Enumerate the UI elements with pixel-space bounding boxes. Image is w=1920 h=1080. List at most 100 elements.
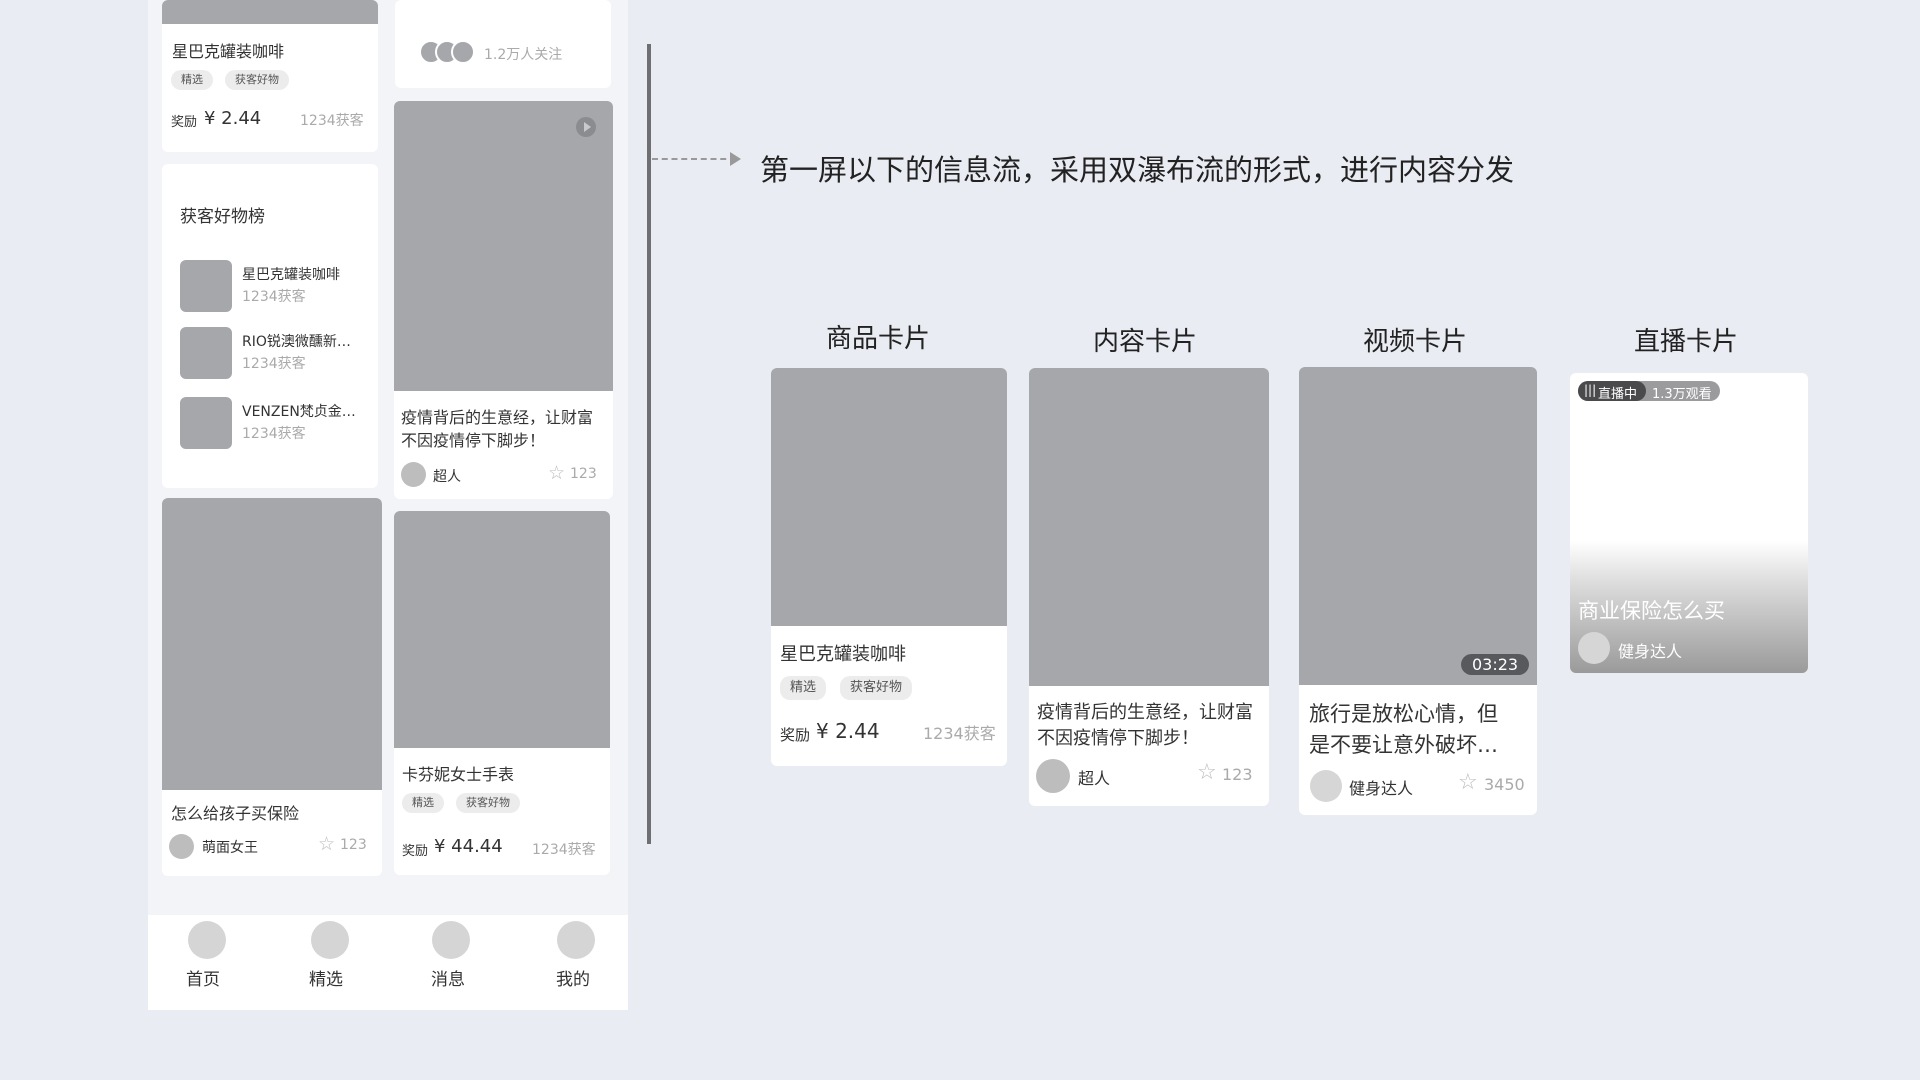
avatar[interactable] [1310, 770, 1342, 802]
tag: 精选 [402, 793, 444, 813]
content-title-line1: 疫情背后的生意经，让财富 [1037, 702, 1253, 723]
reward-label: 奖励 [780, 726, 811, 744]
avatar[interactable] [1036, 759, 1070, 793]
author-name: 健身达人 [1618, 642, 1683, 661]
like-count: 3450 [1484, 775, 1525, 794]
tab-featured[interactable]: 精选 [278, 915, 378, 1010]
message-icon [432, 921, 470, 959]
author-name: 超人 [1078, 769, 1111, 788]
ranking-item-thumb [180, 327, 232, 379]
ranking-item-thumb [180, 397, 232, 449]
follow-count: 1.2万人关注 [484, 47, 563, 63]
featured-icon [311, 921, 349, 959]
content-title-line1: 疫情背后的生意经，让财富 [401, 408, 594, 427]
avatar [451, 40, 475, 64]
price: ¥ 2.44 [204, 108, 262, 129]
tab-label: 首页 [186, 970, 220, 990]
tab-label: 消息 [431, 970, 465, 990]
author-name: 健身达人 [1349, 779, 1414, 798]
ranking-item-name[interactable]: RIO锐澳微醺新… [242, 331, 351, 351]
product-image [771, 368, 1007, 626]
price: ¥ 2.44 [816, 719, 880, 743]
like-count: 123 [340, 837, 367, 853]
profile-icon [557, 921, 595, 959]
content-card[interactable]: 怎么给孩子买保险 萌面女王 ☆ 123 [162, 498, 382, 876]
live-viewers: 1.3万观看 [1652, 387, 1712, 402]
reward-label: 奖励 [171, 115, 198, 130]
content-title: 怎么给孩子买保险 [171, 804, 300, 823]
star-icon[interactable]: ☆ [318, 833, 335, 855]
content-title-line2: 不因疫情停下脚步！ [401, 431, 546, 450]
content-card[interactable]: 疫情背后的生意经，让财富 不因疫情停下脚步！ 超人 ☆ 123 [394, 101, 613, 499]
content-image [162, 498, 382, 790]
customer-count: 1234获客 [532, 842, 596, 858]
ranking-title: 获客好物榜 [180, 207, 265, 227]
avatar[interactable] [1578, 632, 1610, 664]
tag: 精选 [780, 676, 827, 700]
heading-product-card: 商品卡片 [826, 324, 931, 354]
video-duration: 03:23 [1461, 654, 1530, 675]
ranking-item-thumb [180, 260, 232, 312]
live-wave-icon: ||| [1584, 383, 1597, 397]
product-title: 星巴克罐装咖啡 [780, 644, 906, 665]
customer-count: 1234获客 [300, 113, 364, 129]
tab-messages[interactable]: 消息 [398, 915, 498, 1010]
heading-content-card: 内容卡片 [1093, 327, 1198, 357]
video-title-line1: 旅行是放松心情，但 [1309, 702, 1498, 726]
content-image [394, 101, 613, 391]
showcase-content-card[interactable]: 疫情背后的生意经，让财富 不因疫情停下脚步！ 超人 ☆ 123 [1029, 368, 1269, 806]
ranking-item-name[interactable]: 星巴克罐装咖啡 [242, 264, 340, 284]
author-name: 超人 [433, 469, 461, 485]
scroll-indicator[interactable] [647, 44, 651, 844]
home-icon [188, 921, 226, 959]
product-card[interactable]: 卡芬妮女士手表 精选 获客好物 奖励 ¥ 44.44 1234获客 [394, 511, 610, 875]
showcase-live-card[interactable]: ||| 直播中 1.3万观看 商业保险怎么买 健身达人 [1570, 373, 1808, 673]
live-badge: ||| 直播中 1.3万观看 [1578, 381, 1720, 402]
avatar[interactable] [169, 834, 194, 859]
tag: 获客好物 [225, 70, 289, 90]
star-icon[interactable]: ☆ [1197, 760, 1217, 785]
product-title: 星巴克罐装咖啡 [172, 42, 285, 61]
ranking-item-sub: 1234获客 [242, 289, 306, 305]
heading-video-card: 视频卡片 [1363, 327, 1468, 357]
tab-me[interactable]: 我的 [528, 915, 628, 1010]
video-title-line2: 是不要让意外破坏… [1309, 733, 1498, 757]
tab-label: 我的 [556, 970, 590, 990]
price: ¥ 44.44 [434, 836, 503, 857]
product-title: 卡芬妮女士手表 [402, 765, 515, 784]
play-icon[interactable] [576, 117, 596, 137]
follow-card[interactable]: 1.2万人关注 [395, 0, 611, 88]
showcase-video-card[interactable]: 03:23 旅行是放松心情，但 是不要让意外破坏… 健身达人 ☆ 3450 [1299, 367, 1537, 815]
heading-live-card: 直播卡片 [1634, 327, 1739, 357]
dashed-arrow [652, 158, 736, 160]
video-thumbnail [1299, 367, 1537, 685]
arrow-head-icon [730, 152, 741, 166]
showcase-product-card[interactable]: 星巴克罐装咖啡 精选 获客好物 奖励 ¥ 2.44 1234获客 [771, 368, 1007, 766]
live-status: 直播中 [1598, 387, 1638, 402]
product-card[interactable]: 星巴克罐装咖啡 精选 获客好物 奖励 ¥ 2.44 1234获客 [162, 0, 378, 152]
ranking-item-name[interactable]: VENZEN梵贞金… [242, 401, 356, 421]
avatar[interactable] [401, 462, 426, 487]
content-image [1029, 368, 1269, 686]
tag: 精选 [171, 70, 213, 90]
star-icon[interactable]: ☆ [548, 462, 565, 484]
tag: 获客好物 [840, 676, 913, 700]
ranking-item-sub: 1234获客 [242, 426, 306, 442]
ranking-card[interactable]: 获客好物榜 星巴克罐装咖啡 1234获客 RIO锐澳微醺新… 1234获客 VE… [162, 164, 378, 488]
customer-count: 1234获客 [923, 724, 996, 743]
content-title-line2: 不因疫情停下脚步！ [1037, 728, 1199, 749]
tab-label: 精选 [309, 970, 343, 990]
annotation-text: 第一屏以下的信息流，采用双瀑布流的形式，进行内容分发 [760, 153, 1515, 187]
tab-bar: 首页 精选 消息 我的 [148, 915, 628, 1010]
author-name: 萌面女王 [202, 840, 258, 856]
ranking-item-sub: 1234获客 [242, 356, 306, 372]
star-icon[interactable]: ☆ [1458, 770, 1478, 795]
product-image [162, 0, 378, 24]
product-image [394, 511, 610, 748]
like-count: 123 [570, 466, 597, 482]
like-count: 123 [1222, 765, 1253, 784]
tag: 获客好物 [456, 793, 520, 813]
live-title: 商业保险怎么买 [1578, 599, 1725, 623]
reward-label: 奖励 [402, 844, 429, 859]
tab-home[interactable]: 首页 [158, 915, 258, 1010]
